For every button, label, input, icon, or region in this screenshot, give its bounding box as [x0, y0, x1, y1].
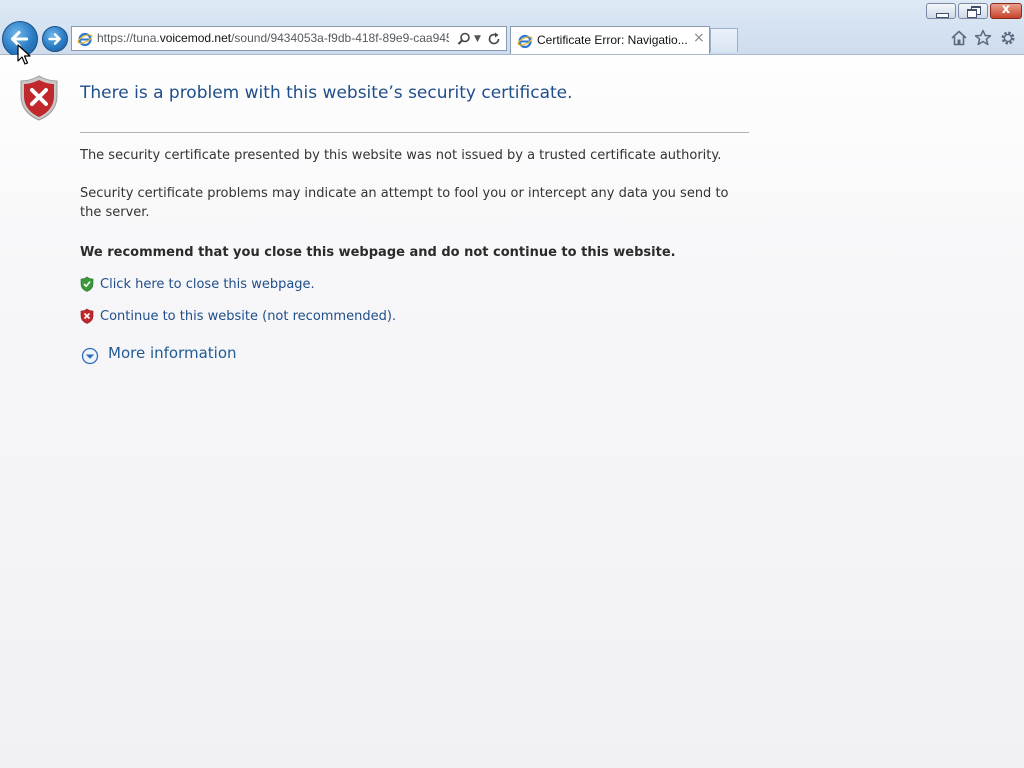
window-close-button[interactable]: x — [990, 2, 1022, 19]
ie-logo-icon — [77, 32, 93, 47]
page-content: There is a problem with this website’s s… — [0, 55, 1024, 768]
red-shield-icon — [80, 308, 94, 324]
tab-close-button[interactable]: × — [693, 30, 705, 46]
forward-button[interactable] — [42, 26, 68, 52]
divider — [80, 132, 749, 133]
window-close-label: x — [1001, 2, 1011, 17]
continue-website-link[interactable]: Continue to this website (not recommende… — [100, 309, 396, 324]
mouse-cursor-icon — [17, 44, 31, 65]
address-dropdown-arrow[interactable]: ▼ — [474, 31, 484, 47]
description-paragraph: The security certificate presented by th… — [80, 148, 722, 163]
error-shield-icon — [20, 75, 58, 121]
close-webpage-link[interactable]: Click here to close this webpage. — [100, 277, 315, 292]
address-bar[interactable]: https://tuna.voicemod.net/sound/9434053a… — [71, 26, 507, 51]
new-tab-button[interactable] — [710, 28, 738, 52]
gear-icon[interactable] — [998, 28, 1018, 48]
url-domain: voicemod.net — [159, 31, 232, 45]
url-path: /sound/9434053a-f9db-418f-89e9-caa945 — [231, 31, 449, 45]
expand-circle-icon[interactable] — [81, 347, 99, 365]
warning-paragraph: Security certificate problems may indica… — [80, 186, 729, 220]
more-information-link[interactable]: More information — [108, 344, 237, 362]
search-icon[interactable] — [456, 31, 472, 47]
refresh-icon[interactable] — [486, 31, 502, 47]
green-shield-icon — [80, 276, 94, 292]
star-icon[interactable] — [973, 28, 993, 48]
minimize-button[interactable] — [926, 3, 956, 19]
url-prefix: https://tuna. — [97, 31, 160, 45]
tab-certificate-error[interactable]: Certificate Error: Navigatio... × — [510, 26, 710, 54]
restore-button[interactable] — [958, 3, 988, 19]
recommendation-text: We recommend that you close this webpage… — [80, 245, 676, 260]
browser-toolbar: x https://tuna.voicemod.net/sound/943405… — [0, 0, 1024, 57]
forward-arrow-icon — [48, 33, 61, 45]
page-title: There is a problem with this website’s s… — [80, 83, 573, 103]
ie-logo-icon — [517, 34, 533, 49]
tab-title: Certificate Error: Navigatio... — [537, 33, 688, 47]
url-text[interactable]: https://tuna.voicemod.net/sound/9434053a… — [97, 31, 449, 47]
home-icon[interactable] — [949, 28, 969, 48]
